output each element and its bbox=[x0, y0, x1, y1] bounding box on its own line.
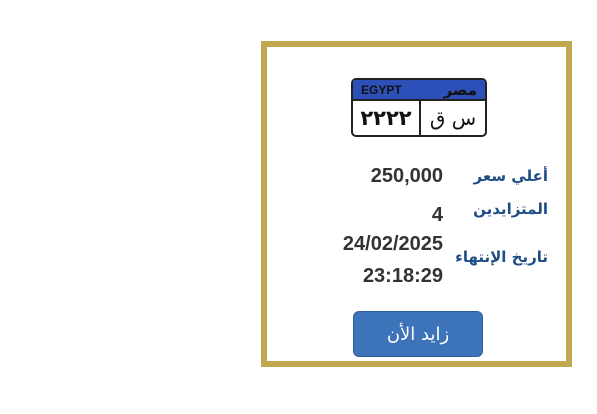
highest-price-label: أعلي سعر bbox=[473, 167, 548, 185]
plate-auction-card: EGYPT مصر ٢٢٢٢ س ق أعلي سعر 250,000 المت… bbox=[261, 41, 572, 367]
plate-country-ar: مصر bbox=[443, 80, 477, 99]
end-time-value: 23:18:29 bbox=[362, 265, 443, 287]
plate-letters: س ق bbox=[429, 106, 477, 130]
bidders-label: المتزايدين bbox=[473, 200, 548, 218]
plate-body: ٢٢٢٢ س ق bbox=[353, 101, 485, 135]
bid-now-button[interactable]: زايد الأن bbox=[353, 311, 483, 357]
plate-header: EGYPT مصر bbox=[353, 80, 485, 101]
bidders-value: 4 bbox=[431, 204, 443, 226]
highest-price-value: 250,000 bbox=[370, 165, 443, 187]
plate-country-en: EGYPT bbox=[361, 82, 402, 97]
plate-numbers: ٢٢٢٢ bbox=[360, 106, 412, 130]
license-plate: EGYPT مصر ٢٢٢٢ س ق bbox=[351, 78, 487, 137]
end-date-label: تاريخ الإنتهاء bbox=[455, 248, 548, 266]
end-date-value: 24/02/2025 bbox=[342, 233, 443, 255]
